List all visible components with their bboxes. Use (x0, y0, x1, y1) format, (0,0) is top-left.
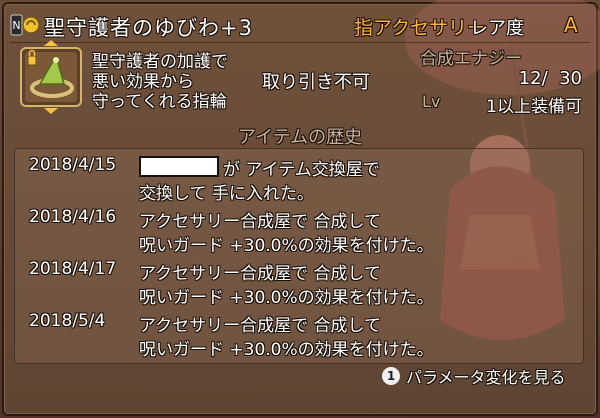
entry-date: 2018/5/4 (29, 311, 106, 331)
entry-date: 2018/4/16 (29, 207, 117, 227)
level-requirement: 1以上装備可 (486, 97, 582, 117)
entry-text: が アイテム交換屋で (223, 160, 380, 180)
entry-line: アクセサリー合成屋で 合成して (139, 212, 382, 232)
redacted-name (139, 156, 219, 177)
view-parameter-change-button[interactable]: 1 パラメータ変化を見る (382, 364, 566, 388)
description-line: 守ってくれる指輪 (92, 92, 227, 112)
item-name: 聖守護者のゆびわ+3 (44, 16, 253, 40)
history-panel[interactable]: 2018/4/15 が アイテム交換屋で 交換して 手に入れた。 2018/4/… (14, 148, 584, 364)
title-bar: N 聖守護者のゆびわ+3 指アクセサリー レア度 A (10, 8, 590, 43)
entry-line: アクセサリー合成屋で 合成して (139, 264, 382, 284)
synthesis-energy-label: 合成エナジー (420, 49, 522, 69)
svg-text:N: N (12, 19, 20, 32)
entry-line: 呪いガード +30.0%の効果を付けた。 (139, 288, 434, 308)
item-description: 聖守護者の加護で 悪い効果から 守ってくれる指輪 (92, 52, 228, 112)
entry-line: 呪いガード +30.0%の効果を付けた。 (139, 236, 434, 256)
entry-date: 2018/4/17 (29, 259, 117, 279)
level-label: Lv (422, 92, 441, 111)
history-title: アイテムの歴史 (237, 127, 363, 148)
tradability-status: 取り引き不可 (262, 72, 370, 93)
description-line: 悪い効果から (92, 72, 194, 92)
entry-line: 交換して 手に入れた。 (139, 184, 314, 204)
rarity-label: レア度 (470, 18, 524, 39)
entry-line: 呪いガード +30.0%の効果を付けた。 (139, 340, 434, 360)
item-category: 指アクセサリー (354, 17, 487, 39)
entry-line: が アイテム交換屋で (139, 155, 380, 180)
footer-label: パラメータ変化を見る (406, 368, 566, 387)
item-type-badge-icon: N (10, 14, 40, 36)
synthesis-energy-value: 12/ 30 (518, 68, 582, 89)
controller-button-1-icon: 1 (382, 367, 400, 385)
ring-icon (20, 40, 82, 114)
entry-date: 2018/4/15 (29, 155, 117, 175)
description-line: 聖守護者の加護で (92, 52, 228, 72)
rarity-value: A (564, 13, 578, 37)
entry-line: アクセサリー合成屋で 合成して (139, 316, 382, 336)
